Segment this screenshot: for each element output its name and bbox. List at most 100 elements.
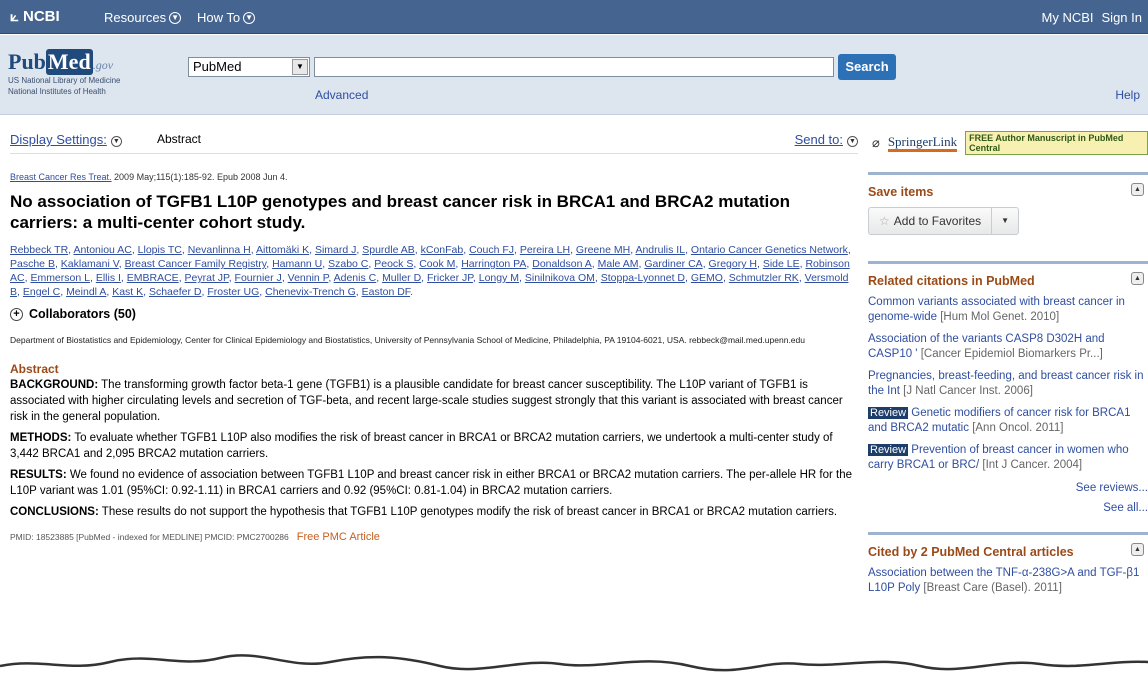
author-link[interactable]: Sinilnikova OM: [525, 272, 595, 284]
author-link[interactable]: EMBRACE: [127, 272, 179, 284]
related-citations-heading: Related citations in PubMed: [868, 274, 1035, 288]
author-link[interactable]: Hamann U: [272, 258, 322, 270]
review-badge: Review: [868, 444, 909, 456]
author-link[interactable]: Pereira LH: [520, 244, 570, 256]
author-link[interactable]: Spurdle AB: [362, 244, 415, 256]
related-citation-item[interactable]: Review Genetic modifiers of cancer risk …: [868, 406, 1148, 436]
author-link[interactable]: Chenevix-Trench G: [265, 286, 356, 298]
author-link[interactable]: Ontario Cancer Genetics Network: [691, 244, 848, 256]
author-link[interactable]: Fricker JP: [427, 272, 473, 284]
author-link[interactable]: Meindl A: [66, 286, 106, 298]
author-link[interactable]: Engel C: [23, 286, 60, 298]
author-link[interactable]: Ellis I: [96, 272, 121, 284]
free-manuscript-link[interactable]: FREE Author Manuscript in PubMed Central: [965, 131, 1148, 155]
collapse-icon[interactable]: ▲: [1131, 543, 1144, 556]
author-link[interactable]: Froster UG: [207, 286, 259, 298]
abstract-section: METHODS: To evaluate whether TGFB1 L10P …: [10, 432, 833, 460]
related-citation-item[interactable]: Association of the variants CASP8 D302H …: [868, 332, 1148, 362]
author-link[interactable]: Peyrat JP: [185, 272, 229, 284]
author-link[interactable]: Fournier J: [235, 272, 282, 284]
send-to-link[interactable]: Send to: ▼: [795, 132, 858, 147]
save-items-panel: Save items ▲ ☆ Add to Favorites ▼: [868, 172, 1148, 235]
citation-line: Breast Cancer Res Treat. 2009 May;115(1)…: [10, 172, 288, 182]
related-citation-item[interactable]: Review Prevention of breast cancer in wo…: [868, 443, 1148, 473]
author-link[interactable]: Cook M: [419, 258, 455, 270]
pmid-row: PMID: 18523885 [PubMed - indexed for MED…: [10, 531, 380, 543]
cited-by-item[interactable]: Association between the TNF-α-238G>A and…: [868, 566, 1148, 596]
see-all-link[interactable]: See all...: [868, 502, 1148, 514]
abstract-section: BACKGROUND: The transforming growth fact…: [10, 379, 843, 423]
author-link[interactable]: Kaklamani V: [61, 258, 119, 270]
author-link[interactable]: Stoppa-Lyonnet D: [601, 272, 685, 284]
author-link[interactable]: Simard J: [315, 244, 356, 256]
author-link[interactable]: Schaefer D: [149, 286, 202, 298]
ncbi-logo[interactable]: ⟀ NCBI: [10, 8, 60, 25]
related-citations-panel: Related citations in PubMed ▲ Common var…: [868, 261, 1148, 514]
add-to-favorites-button[interactable]: ☆ Add to Favorites: [869, 208, 993, 234]
article-title: No association of TGFB1 L10P genotypes a…: [10, 192, 790, 232]
author-link[interactable]: Antoniou AC: [73, 244, 131, 256]
collapse-icon[interactable]: ▲: [1131, 183, 1144, 196]
springerlink-link[interactable]: SpringerLink: [887, 134, 958, 152]
author-link[interactable]: Breast Cancer Family Registry: [125, 258, 267, 270]
author-link[interactable]: Easton DF: [362, 286, 410, 298]
collapse-icon[interactable]: ▲: [1131, 272, 1144, 285]
author-link[interactable]: Vennin P: [288, 272, 329, 284]
author-link[interactable]: Harrington PA: [461, 258, 526, 270]
abstract-body: BACKGROUND: The transforming growth fact…: [10, 377, 858, 520]
my-ncbi-link[interactable]: My NCBI: [1042, 10, 1094, 25]
author-link[interactable]: Peock S: [374, 258, 413, 270]
journal-link[interactable]: Breast Cancer Res Treat.: [10, 172, 112, 182]
collaborators-toggle[interactable]: + Collaborators (50): [10, 307, 858, 321]
right-sidebar: ⌀ SpringerLink FREE Author Manuscript in…: [868, 128, 1148, 596]
author-link[interactable]: kConFab: [421, 244, 464, 256]
author-link[interactable]: Szabo C: [328, 258, 368, 270]
author-list: Rebbeck TR, Antoniou AC, Llopis TC, Neva…: [10, 244, 851, 298]
author-link[interactable]: Andrulis IL: [635, 244, 685, 256]
related-citation-source: [Int J Cancer. 2004]: [979, 459, 1083, 471]
help-link[interactable]: Help: [1115, 88, 1140, 102]
author-link[interactable]: Gregory H: [709, 258, 757, 270]
chevron-down-icon: ▼: [243, 11, 256, 24]
see-reviews-link[interactable]: See reviews...: [868, 482, 1148, 494]
display-settings-link[interactable]: Display Settings: ▼: [10, 132, 122, 147]
favorites-dropdown[interactable]: ▼: [992, 208, 1018, 234]
author-link[interactable]: Nevanlinna H: [188, 244, 251, 256]
related-citation-item[interactable]: Common variants associated with breast c…: [868, 295, 1148, 325]
pubmed-logo[interactable]: PubMed .gov US National Library of Medici…: [8, 49, 121, 97]
sign-in-link[interactable]: Sign In: [1102, 10, 1142, 25]
author-link[interactable]: Longy M: [479, 272, 519, 284]
author-link[interactable]: Adenis C: [334, 272, 377, 284]
author-link[interactable]: Male AM: [598, 258, 639, 270]
related-citation-item[interactable]: Pregnancies, breast-feeding, and breast …: [868, 369, 1148, 399]
author-link[interactable]: Aittomäki K: [256, 244, 309, 256]
author-link[interactable]: GEMO: [691, 272, 723, 284]
search-button[interactable]: Search: [838, 54, 896, 80]
main-content: Display Settings: ▼ Abstract Send to: ▼ Br…: [10, 128, 858, 543]
author-link[interactable]: Muller D: [382, 272, 421, 284]
author-link[interactable]: Llopis TC: [138, 244, 182, 256]
author-link[interactable]: Kast K: [112, 286, 143, 298]
springer-logo-icon: ⌀: [872, 135, 880, 150]
dropdown-arrow-icon: ▼: [292, 59, 308, 75]
database-select[interactable]: PubMed ▼: [188, 57, 310, 77]
author-link[interactable]: Pasche B: [10, 258, 55, 270]
author-link[interactable]: Side LE: [763, 258, 800, 270]
author-link[interactable]: Gardiner CA: [644, 258, 702, 270]
related-citation-source: [J Natl Cancer Inst. 2006]: [899, 385, 1033, 397]
author-link[interactable]: Donaldson A: [532, 258, 592, 270]
related-citation-source: [Cancer Epidemiol Biomarkers Pr...]: [917, 348, 1103, 360]
author-link[interactable]: Rebbeck TR: [10, 244, 68, 256]
resources-menu[interactable]: Resources ▼: [104, 10, 182, 25]
search-header: PubMed .gov US National Library of Medici…: [0, 35, 1148, 115]
search-input[interactable]: [314, 57, 834, 77]
author-link[interactable]: Greene MH: [576, 244, 630, 256]
free-pmc-link[interactable]: Free PMC Article: [297, 531, 380, 543]
advanced-search-link[interactable]: Advanced: [315, 88, 368, 102]
author-link[interactable]: Schmutzler RK: [729, 272, 799, 284]
favorites-control: ☆ Add to Favorites ▼: [868, 207, 1020, 235]
howto-menu[interactable]: How To ▼: [197, 10, 256, 25]
abstract-section: CONCLUSIONS: These results do not suppor…: [10, 506, 838, 518]
author-link[interactable]: Emmerson L: [30, 272, 90, 284]
author-link[interactable]: Couch FJ: [469, 244, 514, 256]
